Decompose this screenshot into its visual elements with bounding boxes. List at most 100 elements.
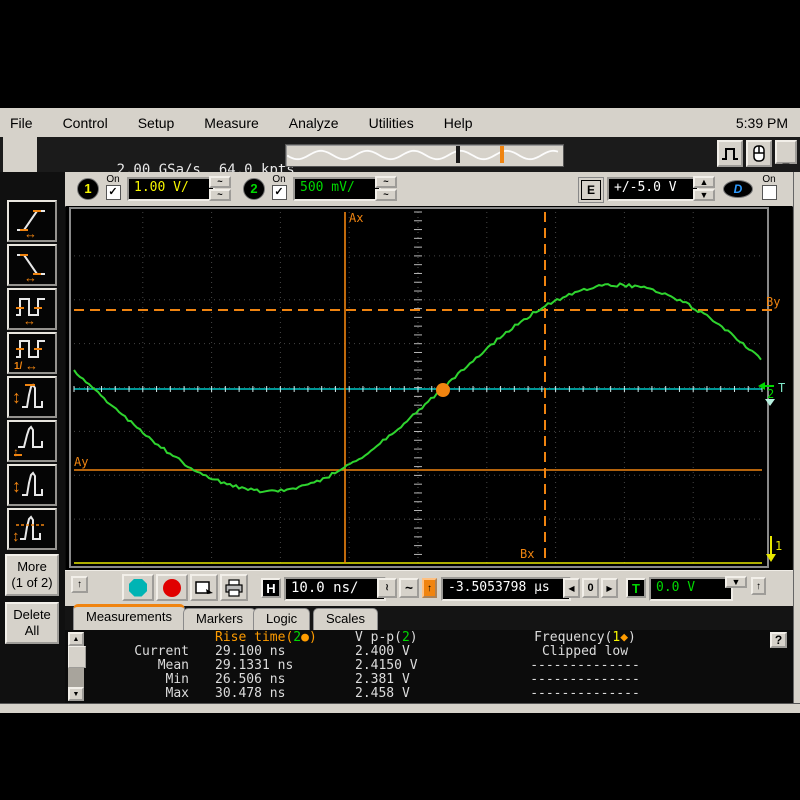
- trigger-level-up-button[interactable]: ▲: [693, 176, 715, 188]
- digital-on-checkbox[interactable]: On: [757, 174, 781, 200]
- measurement-value: 29.100 ns: [215, 644, 286, 659]
- status-bar: 2.00 GSa/s 64.0 kpts _: [0, 137, 800, 178]
- digital-channels-badge[interactable]: D: [723, 180, 753, 198]
- scroll-down-button[interactable]: ▼: [68, 687, 84, 701]
- timebase-coarse-button[interactable]: ∼: [399, 578, 419, 598]
- position-zero-button[interactable]: 0: [582, 578, 599, 598]
- measurement-column-header[interactable]: V p-p(2): [349, 631, 495, 645]
- measure-rise-time-button[interactable]: ↔: [7, 200, 57, 242]
- channel1-scale-down-button[interactable]: ∼: [209, 189, 231, 201]
- measurement-value: Clipped low: [541, 644, 629, 659]
- measurement-row-label: Current: [134, 644, 189, 659]
- measure-vbase-button[interactable]: ↑: [7, 420, 57, 462]
- horizontal-position-display[interactable]: -3.5053798 µs: [441, 577, 571, 601]
- menu-help[interactable]: Help: [429, 115, 488, 131]
- timebase-fine-button[interactable]: ≀: [377, 578, 397, 598]
- measurements-scrollbar[interactable]: ▲ ▼: [68, 632, 86, 701]
- print-button[interactable]: [220, 574, 248, 601]
- memory-bar[interactable]: [285, 144, 564, 167]
- down-arrowhead-icon: [765, 399, 775, 406]
- help-button[interactable]: ?: [770, 632, 787, 648]
- channel2-scale-up-button[interactable]: ~: [375, 176, 397, 188]
- channel1-badge[interactable]: 1: [77, 178, 99, 200]
- trigger-level-spinner: ▲ ▼: [693, 176, 715, 202]
- measurement-value: 30.478 ns: [215, 686, 286, 701]
- measurement-point-dot[interactable]: [436, 383, 450, 397]
- menu-bar: File Control Setup Measure Analyze Utili…: [0, 108, 800, 138]
- measure-vpp-button[interactable]: ↕: [7, 376, 57, 418]
- horizontal-menu-button[interactable]: H: [261, 578, 281, 598]
- position-right-button[interactable]: ▶: [601, 578, 618, 598]
- run-button[interactable]: [122, 574, 154, 601]
- measurement-row: Max 30.478 ns 2.458 V --------------: [89, 687, 675, 701]
- waveform-display[interactable]: Ax Ay Bx By 2 T 1: [66, 206, 792, 570]
- stop-button[interactable]: [156, 574, 188, 601]
- measurement-row: Mean 29.1331 ns 2.4150 V --------------: [89, 659, 675, 673]
- delete-all-button[interactable]: Delete All: [5, 602, 59, 644]
- measurement-row-label: Mean: [157, 658, 189, 673]
- timebase-scale-display[interactable]: 10.0 ns/: [284, 577, 386, 601]
- measurement-value: --------------: [530, 686, 640, 701]
- channel2-scale-spinner: ~ ∼: [375, 176, 397, 202]
- tab-logic[interactable]: Logic: [253, 608, 311, 630]
- measurement-value: 26.506 ns: [215, 672, 286, 687]
- panel-collapse-button[interactable]: ↑: [71, 576, 88, 593]
- trigger-level-value-display[interactable]: 0.0 V: [649, 577, 733, 601]
- svg-text:↔: ↔: [24, 270, 37, 283]
- menu-utilities[interactable]: Utilities: [354, 115, 429, 131]
- measurement-value: --------------: [530, 672, 640, 687]
- menu-measure[interactable]: Measure: [189, 115, 273, 131]
- screen-copy-button[interactable]: [190, 574, 218, 601]
- channel2-scale-display[interactable]: 500 mV/: [293, 177, 381, 201]
- measure-vaverage-button[interactable]: ↕: [7, 508, 57, 550]
- acquisition-mode-button[interactable]: [717, 140, 743, 167]
- period-icon: ↔: [16, 298, 45, 327]
- menu-file[interactable]: File: [0, 115, 48, 131]
- channel2-scale-down-button[interactable]: ∼: [375, 189, 397, 201]
- menu-control[interactable]: Control: [48, 115, 123, 131]
- measure-period-button[interactable]: ↔: [7, 288, 57, 330]
- trigger-value-down-button[interactable]: ▼: [725, 576, 747, 588]
- squiggle-icon: ∼: [404, 580, 414, 596]
- svg-text:↔: ↔: [23, 313, 36, 327]
- v-amplitude-icon: ↕: [12, 471, 43, 496]
- minimize-button[interactable]: _: [775, 140, 797, 164]
- marker-to-center-button[interactable]: ↑: [422, 578, 437, 598]
- frequency-icon: 1/ ↔: [14, 340, 45, 371]
- channel1-scale-up-button[interactable]: ~: [209, 176, 231, 188]
- measure-vamplitude-button[interactable]: ↕: [7, 464, 57, 506]
- trigger-menu-button[interactable]: T: [626, 578, 646, 598]
- digital-on-label: On: [762, 174, 776, 185]
- trigger-level-down-button[interactable]: ▼: [693, 189, 715, 201]
- external-trigger-button[interactable]: E: [581, 180, 601, 200]
- channel1-on-checkbox[interactable]: On ✓: [101, 174, 125, 200]
- position-left-button[interactable]: ◀: [563, 578, 580, 598]
- window-right-edge: [793, 172, 800, 703]
- tab-measurements[interactable]: Measurements: [73, 604, 185, 630]
- measure-frequency-button[interactable]: 1/ ↔: [7, 332, 57, 374]
- measurement-row-label: Max: [165, 686, 189, 701]
- marker-by-label: By: [766, 295, 780, 309]
- measurement-value: 2.458 V: [355, 686, 410, 701]
- measurement-column-header[interactable]: Rise time(2●): [189, 631, 349, 645]
- measurement-column-header[interactable]: Frequency(1◆): [495, 631, 675, 645]
- measure-fall-time-button[interactable]: ↔: [7, 244, 57, 286]
- up-arrow-icon: ↑: [77, 579, 82, 590]
- channel2-on-checkbox[interactable]: On ✓: [267, 174, 291, 200]
- fall-time-icon: ↔: [17, 254, 45, 283]
- menu-setup[interactable]: Setup: [123, 115, 190, 131]
- scroll-up-button[interactable]: ▲: [68, 632, 84, 646]
- channel1-scale-display[interactable]: 1.00 V/: [127, 177, 215, 201]
- menu-analyze[interactable]: Analyze: [274, 115, 354, 131]
- scroll-thumb[interactable]: [68, 646, 86, 668]
- trigger-to-center-button[interactable]: ↑: [751, 577, 766, 595]
- more-label-line2: (1 of 2): [11, 575, 53, 590]
- v-peak-peak-icon: ↕: [12, 383, 43, 408]
- tab-markers[interactable]: Markers: [183, 608, 256, 630]
- channel2-badge[interactable]: 2: [243, 178, 265, 200]
- more-measurements-button[interactable]: More (1 of 2): [5, 554, 59, 596]
- mouse-pointer-button[interactable]: [746, 140, 772, 167]
- tab-scales[interactable]: Scales: [313, 608, 379, 630]
- measurement-value: --------------: [530, 658, 640, 673]
- trigger-level-display[interactable]: +/-5.0 V: [607, 177, 699, 201]
